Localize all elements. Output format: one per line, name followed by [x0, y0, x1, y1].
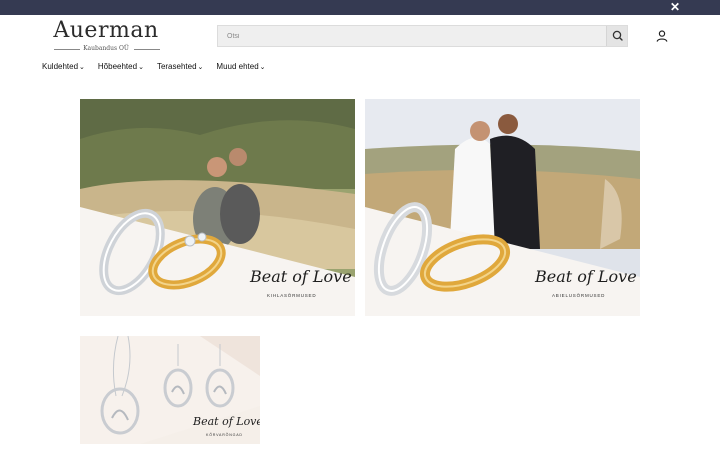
search-button[interactable] [606, 26, 627, 46]
banner-brand: Beat of Love [193, 415, 260, 428]
banner-brand: Beat of Love [250, 267, 352, 286]
logo-name: Auerman [53, 18, 159, 43]
search-input[interactable] [218, 26, 606, 46]
nav-item-kuldehted[interactable]: Kuldehted⌄ [42, 61, 85, 73]
nav-item-terasehted[interactable]: Terasehted⌄ [157, 61, 203, 73]
banner-engagement-rings[interactable]: Beat of Love KIHLASÕRMUSED [80, 99, 355, 316]
banner-brand: Beat of Love [535, 267, 637, 286]
user-icon [656, 30, 668, 42]
search-bar [217, 25, 628, 47]
banner-tagline: KIHLASÕRMUSED [267, 293, 317, 298]
main-nav: Kuldehted⌄ Hõbeehted⌄ Terasehted⌄ Muud e… [42, 61, 279, 73]
nav-item-hobeehted[interactable]: Hõbeehted⌄ [98, 61, 144, 73]
banner-tagline: ABIELUSÕRMUSED [552, 293, 606, 298]
chevron-down-icon: ⌄ [138, 64, 144, 71]
close-icon[interactable]: ✕ [668, 0, 682, 15]
top-announcement-bar: ✕ [0, 0, 720, 15]
logo-subtitle-row: Kaubandus OÜ [48, 44, 164, 54]
banner-wedding-rings[interactable]: Beat of Love ABIELUSÕRMUSED [365, 99, 640, 316]
chevron-down-icon: ⌄ [259, 64, 266, 71]
banner-tagline: KÕRVARÕNGAD [206, 433, 243, 437]
nav-item-muud-ehted[interactable]: Muud ehted⌄ [216, 61, 265, 73]
account-button[interactable] [655, 29, 669, 43]
site-logo[interactable]: Auerman Kaubandus OÜ [48, 18, 164, 54]
chevron-down-icon: ⌄ [197, 64, 204, 71]
search-icon [612, 30, 623, 41]
logo-subtitle: Kaubandus OÜ [83, 45, 129, 52]
chevron-down-icon: ⌄ [79, 64, 85, 71]
banner-earrings[interactable]: Beat of Love KÕRVARÕNGAD [80, 336, 260, 444]
